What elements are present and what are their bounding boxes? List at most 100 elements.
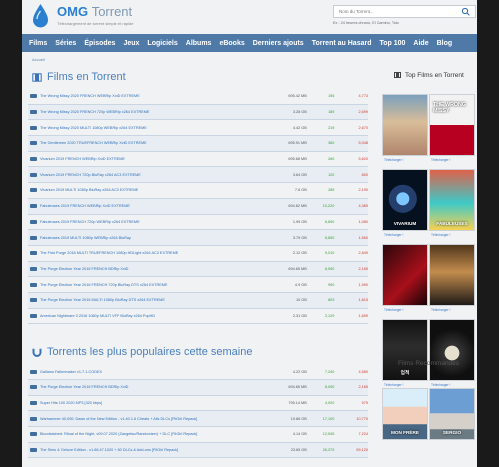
torrent-row[interactable]: The Sims 4: Deluxe Edition - v1.66.47.10…	[28, 442, 368, 459]
nav-ebooks[interactable]: eBooks	[219, 40, 244, 47]
movie-poster[interactable]	[382, 244, 428, 306]
torrent-name[interactable]: Vivarium 2019 FRENCH WEBRip XviD EXTREME	[40, 157, 273, 161]
torrent-row[interactable]: The Purge Election Year 2016 FRENCH BDRi…	[28, 261, 368, 278]
torrent-name[interactable]: The Wrong Missy 2020 FRENCH WEBRip XviD …	[40, 94, 273, 98]
torrent-name[interactable]: Fabuleuses 2019 FRENCH 720p WEBRip x264 …	[40, 220, 273, 224]
torrent-name[interactable]: The Purge Election Year 2016 FRENCH 720p…	[40, 283, 273, 287]
torrent-row[interactable]: Fabuleuses 2019 FRENCH 720p WEBRip x264 …	[28, 215, 368, 231]
torrent-row[interactable]: The Gentlemen 2020 TRUEFRENCH WEBRip Xvi…	[28, 136, 368, 152]
nav-series[interactable]: Séries	[55, 40, 76, 47]
nav-help[interactable]: Aide	[413, 40, 428, 47]
brand-name-secondary: Torrent	[91, 4, 133, 19]
torrent-name[interactable]: The Purge Election Year 2016 FRENCH BDRi…	[40, 385, 273, 389]
search-hint: Ex : 24 heures chrono, El Camino, Tolo	[333, 21, 399, 25]
torrent-name[interactable]: American Nightmare 3 2016 1080p MULTI VF…	[40, 314, 273, 318]
download-link[interactable]: Télécharger !	[384, 383, 403, 387]
torrent-size: 4.22 GB	[292, 369, 307, 374]
download-link[interactable]: Télécharger !	[431, 158, 450, 162]
download-link[interactable]: Télécharger !	[384, 233, 403, 237]
torrent-row[interactable]: Galliano Fallenmaker v1.7.1-CODEX 4.22 GB…	[28, 364, 368, 380]
torrent-row[interactable]: American Nightmare 3 2016 1080p MULTI VF…	[28, 309, 368, 325]
torrent-category-icon	[30, 251, 37, 256]
torrent-row[interactable]: The Wrong Missy 2020 MULTI 1080p WEBRip …	[28, 120, 368, 137]
torrent-row[interactable]: The Purge Election Year 2016 FRENCH BDRi…	[28, 380, 368, 396]
torrent-seeders: 120	[328, 172, 335, 177]
torrent-row[interactable]: Bloodstained: Ritual of the Night, v09.0…	[28, 427, 368, 443]
torrent-name[interactable]: The Purge Election Year 2016 FRENCH BDRi…	[40, 267, 273, 271]
torrent-name[interactable]: Bloodstained: Ritual of the Night, v09.0…	[40, 432, 273, 436]
recommended-poster[interactable]: MON FRÈRE	[382, 388, 428, 440]
download-link[interactable]: Télécharger !	[431, 233, 450, 237]
nav-albums[interactable]: Albums	[186, 40, 212, 47]
nav-episodes[interactable]: Épisodes	[84, 40, 115, 47]
torrent-leechers: 2,190	[358, 188, 368, 193]
torrent-name[interactable]: Fabuleuses 2019 MULTI 1080p WEBRip x264 …	[40, 236, 273, 240]
torrent-row[interactable]: The Wrong Missy 2020 FRENCH WEBRip XviD …	[28, 89, 368, 105]
torrent-category-icon	[30, 141, 37, 146]
torrent-name[interactable]: The Purge Election Year 2016 MULTI 1080p…	[40, 298, 273, 302]
torrent-row[interactable]: The First Purge 2018 MULTI TRUEFRENCH 10…	[28, 246, 368, 262]
nav-blog[interactable]: Blog	[437, 40, 453, 47]
torrent-name[interactable]: The Gentlemen 2020 TRUEFRENCH WEBRip Xvi…	[40, 141, 273, 145]
torrent-row[interactable]: Fabuleuses 2019 FRENCH WEBRip XviD EXTRE…	[28, 198, 368, 215]
download-link[interactable]: Télécharger !	[431, 383, 450, 387]
search-icon[interactable]	[457, 6, 475, 17]
torrent-name[interactable]: Vivarium 2019 MULTI 1080p BluRay x264 AC…	[40, 188, 273, 192]
movie-poster[interactable]: VIVARIUM	[382, 169, 428, 231]
movie-poster[interactable]: FABULEUSES	[429, 169, 475, 231]
torrent-name[interactable]: The First Purge 2018 MULTI TRUEFRENCH 10…	[40, 251, 273, 255]
magnet-icon	[32, 348, 42, 357]
download-link[interactable]: Télécharger !	[384, 158, 403, 162]
torrent-row[interactable]: Fabuleuses 2019 MULTI 1080p WEBRip x264 …	[28, 230, 368, 246]
torrent-category-icon	[30, 204, 37, 209]
movie-poster[interactable]	[382, 94, 428, 156]
torrent-category-icon	[30, 432, 37, 437]
download-link[interactable]: Télécharger !	[431, 308, 450, 312]
water-drop-logo-icon[interactable]	[32, 4, 49, 28]
torrent-size: 695.91 MB	[288, 141, 307, 146]
torrent-name[interactable]: Warhammer 40,000: Dawn of the New Editio…	[40, 417, 273, 421]
torrent-category-icon	[30, 94, 37, 99]
torrent-category-icon	[30, 298, 37, 303]
nav-top-100[interactable]: Top 100	[379, 40, 405, 47]
nav-random[interactable]: Torrent au Hasard	[312, 40, 372, 47]
torrent-leechers: 7,224	[358, 432, 368, 437]
torrent-leechers: 5,048	[358, 141, 368, 146]
torrent-row[interactable]: Vivarium 2019 MULTI 1080p BluRay x264 AC…	[28, 183, 368, 199]
search-box	[333, 5, 476, 18]
movie-poster[interactable]	[429, 319, 475, 381]
torrent-row[interactable]: The Wrong Missy 2020 FRENCH 720p WEBRip …	[28, 104, 368, 121]
torrent-seeders: 8,090	[324, 385, 335, 390]
torrent-row[interactable]: Warhammer 40,000: Dawn of the New Editio…	[28, 411, 368, 428]
torrent-row[interactable]: The Purge Election Year 2016 FRENCH 720p…	[28, 277, 368, 293]
torrent-name[interactable]: Galliano Fallenmaker v1.7.1-CODEX	[40, 370, 273, 374]
recommended-poster[interactable]: SERGIO	[429, 388, 475, 440]
torrent-seeders: 6,650	[324, 235, 335, 240]
nav-films[interactable]: Films	[29, 40, 47, 47]
movie-poster[interactable]: 업적	[382, 319, 428, 381]
movie-poster[interactable]: THE WRONG MISSY	[429, 94, 475, 156]
torrent-leechers: 2,165	[358, 385, 368, 390]
torrent-name[interactable]: The Wrong Missy 2020 FRENCH 720p WEBRip …	[40, 110, 273, 114]
torrent-size: 3.79 GB	[292, 235, 307, 240]
breadcrumb-home[interactable]: Accueil	[32, 57, 45, 62]
torrent-leechers: 4,580	[358, 369, 368, 374]
torrent-name[interactable]: The Wrong Missy 2020 MULTI 1080p WEBRip …	[40, 126, 273, 130]
torrent-seeders: 8,590	[324, 266, 335, 271]
search-input[interactable]	[334, 6, 458, 17]
nav-games[interactable]: Jeux	[123, 40, 139, 47]
torrent-row[interactable]: Vivarium 2019 FRENCH 720p BluRay x264 AC…	[28, 167, 368, 184]
download-link[interactable]: Télécharger !	[384, 308, 403, 312]
torrent-row[interactable]: Super Hits 100 2020 MP3 [320 kbps] 795.14…	[28, 396, 368, 412]
torrent-name[interactable]: Vivarium 2019 FRENCH 720p BluRay x264 AC…	[40, 173, 273, 177]
torrent-name[interactable]: The Sims 4: Deluxe Edition - v1.66.47.10…	[40, 448, 273, 452]
torrent-row[interactable]: The Purge Election Year 2016 MULTI 1080p…	[28, 292, 368, 309]
nav-software[interactable]: Logiciels	[147, 40, 177, 47]
brand-title[interactable]: OMG Torrent	[57, 4, 132, 19]
movie-poster[interactable]	[429, 244, 475, 306]
torrent-row[interactable]: Vivarium 2019 FRENCH WEBRip XviD EXTREME…	[28, 152, 368, 168]
torrent-name[interactable]: Fabuleuses 2019 FRENCH WEBRip XviD EXTRE…	[40, 204, 273, 208]
torrent-name[interactable]: Super Hits 100 2020 MP3 [320 kbps]	[40, 401, 273, 405]
nav-latest[interactable]: Derniers ajouts	[253, 40, 304, 47]
torrent-size: 23.65 GB	[290, 448, 307, 453]
